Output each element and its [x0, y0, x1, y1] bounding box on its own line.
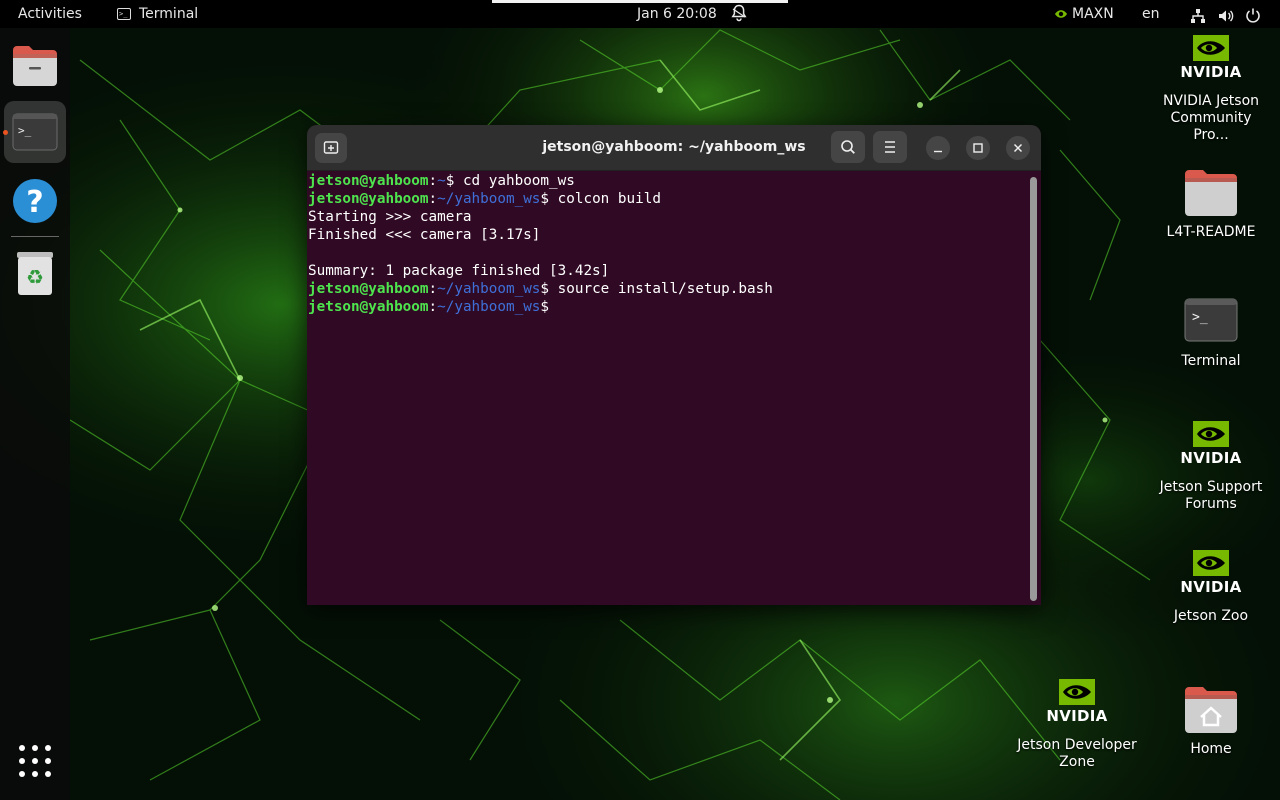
desktop-icon-jetson-support-forums[interactable]: NVIDIA Jetson Support Forums	[1151, 419, 1271, 513]
nvidia-wordmark: NVIDIA	[1180, 449, 1242, 467]
dock-trash[interactable]: ♻	[4, 242, 66, 304]
desktop-icon-nvidia-jetson-community[interactable]: NVIDIA NVIDIA Jetson Community Pro...	[1151, 33, 1271, 144]
svg-text:?: ?	[26, 185, 43, 220]
search-icon	[841, 140, 855, 154]
terminal-line: jetson@yahboom:~/yahboom_ws$ colcon buil…	[308, 191, 661, 207]
minimize-icon	[934, 150, 942, 153]
new-tab-button[interactable]	[315, 133, 347, 163]
minimize-button[interactable]	[926, 136, 950, 160]
desktop-icon-label: Home	[1190, 741, 1232, 757]
desktop-icon-label: Jetson Developer Zone	[1017, 737, 1137, 770]
prompt-path: ~/yahboom_ws	[437, 299, 541, 315]
volume-icon[interactable]	[1218, 6, 1234, 22]
nvidia-logo-icon: NVIDIA	[1179, 419, 1243, 477]
nvidia-logo-icon: NVIDIA	[1045, 677, 1109, 735]
hamburger-menu-icon	[885, 141, 895, 153]
desktop-icon-label: NVIDIA Jetson Community Pro...	[1162, 93, 1260, 143]
prompt-path: ~/yahboom_ws	[437, 191, 541, 207]
nvidia-logo-icon: NVIDIA	[1179, 548, 1243, 606]
svg-text:♻: ♻	[26, 265, 44, 289]
dock-separator	[11, 236, 59, 237]
hamburger-menu-button[interactable]	[873, 131, 907, 163]
new-tab-icon	[323, 141, 339, 154]
close-icon	[1013, 143, 1023, 153]
app-menu-button[interactable]: >_ Terminal	[117, 0, 198, 28]
home-folder-icon	[1182, 681, 1240, 739]
input-language-indicator[interactable]: en	[1142, 0, 1160, 28]
search-button[interactable]	[831, 131, 865, 163]
terminal-text[interactable]: jetson@yahboom:~$ cd yahboom_ws jetson@y…	[308, 172, 773, 316]
nvidia-wordmark: NVIDIA	[1046, 707, 1108, 725]
terminal-line: Summary: 1 package finished [3.42s]	[308, 263, 610, 279]
app-menu-label: Terminal	[139, 6, 199, 22]
desktop-icon-l4t-readme[interactable]: L4T-README	[1151, 164, 1271, 241]
desktop-icon-home[interactable]: Home	[1151, 681, 1271, 758]
terminal-line: jetson@yahboom:~/yahboom_ws$ source inst…	[308, 281, 773, 297]
nvidia-eye-icon	[1055, 10, 1067, 18]
prompt-user: jetson@yahboom	[308, 191, 429, 207]
files-icon	[13, 46, 57, 86]
power-mode-label: MAXN	[1072, 6, 1114, 22]
close-button[interactable]	[1006, 136, 1030, 160]
desktop-icon-label: L4T-README	[1166, 224, 1256, 240]
prompt-user: jetson@yahboom	[308, 173, 429, 189]
terminal-headerbar[interactable]: jetson@yahboom: ~/yahboom_ws	[307, 125, 1041, 171]
folder-icon	[1182, 164, 1240, 222]
terminal-line: Starting >>> camera	[308, 209, 472, 225]
terminal-output[interactable]: jetson@yahboom:~$ cd yahboom_ws jetson@y…	[307, 171, 1041, 605]
clock[interactable]: Jan 6 20:08	[637, 0, 717, 28]
terminal-icon: >_	[117, 8, 131, 20]
prompt-user: jetson@yahboom	[308, 299, 429, 315]
desktop-icon-label: Jetson Support Forums	[1159, 479, 1263, 512]
maximize-icon	[973, 143, 983, 153]
terminal-line: jetson@yahboom:~$ cd yahboom_ws	[308, 173, 575, 189]
terminal-scrollbar[interactable]	[1030, 177, 1037, 601]
dock-help[interactable]: ?	[4, 171, 66, 233]
svg-text:>_: >_	[1192, 310, 1208, 325]
window-title: jetson@yahboom: ~/yahboom_ws	[542, 139, 806, 155]
desktop-icon-jetson-developer-zone[interactable]: NVIDIA Jetson Developer Zone	[1017, 677, 1137, 771]
dock: >_ ? ♻	[0, 28, 70, 800]
running-app-indicator	[3, 130, 8, 135]
help-icon: ?	[13, 179, 57, 223]
terminal-icon: >_	[1182, 293, 1240, 351]
terminal-window[interactable]: jetson@yahboom: ~/yahboom_ws jetson@yahb…	[307, 125, 1041, 605]
dock-terminal[interactable]: >_	[4, 101, 66, 163]
show-apps-icon	[19, 745, 51, 777]
prompt-path: ~	[437, 173, 446, 189]
power-mode-indicator[interactable]: MAXN	[1054, 0, 1114, 28]
maximize-button[interactable]	[966, 136, 990, 160]
desktop-icon-terminal[interactable]: >_ Terminal	[1151, 293, 1271, 370]
svg-text:>_: >_	[18, 124, 32, 137]
trash-icon: ♻	[17, 252, 53, 295]
top-bar: Activities >_ Terminal Jan 6 20:08 MAXN …	[0, 0, 1280, 28]
show-apps-button[interactable]	[18, 744, 52, 778]
notification-bell-icon[interactable]	[731, 4, 747, 24]
desktop-icon-jetson-zoo[interactable]: NVIDIA Jetson Zoo	[1151, 548, 1271, 625]
nvidia-wordmark: NVIDIA	[1180, 578, 1242, 596]
dock-files[interactable]	[4, 34, 66, 96]
terminal-line: Finished <<< camera [3.17s]	[308, 227, 541, 243]
activities-button[interactable]: Activities	[18, 0, 82, 28]
terminal-icon: >_	[12, 113, 58, 151]
system-power-icon[interactable]	[1245, 5, 1261, 23]
nvidia-logo-icon: NVIDIA	[1179, 33, 1243, 91]
prompt-user: jetson@yahboom	[308, 281, 429, 297]
network-icon[interactable]	[1190, 6, 1206, 23]
desktop-icon-label: Jetson Zoo	[1173, 608, 1249, 624]
nvidia-wordmark: NVIDIA	[1180, 63, 1242, 81]
desktop-icon-label: Terminal	[1181, 353, 1241, 369]
terminal-line: jetson@yahboom:~/yahboom_ws$	[308, 299, 550, 315]
prompt-path: ~/yahboom_ws	[437, 281, 541, 297]
